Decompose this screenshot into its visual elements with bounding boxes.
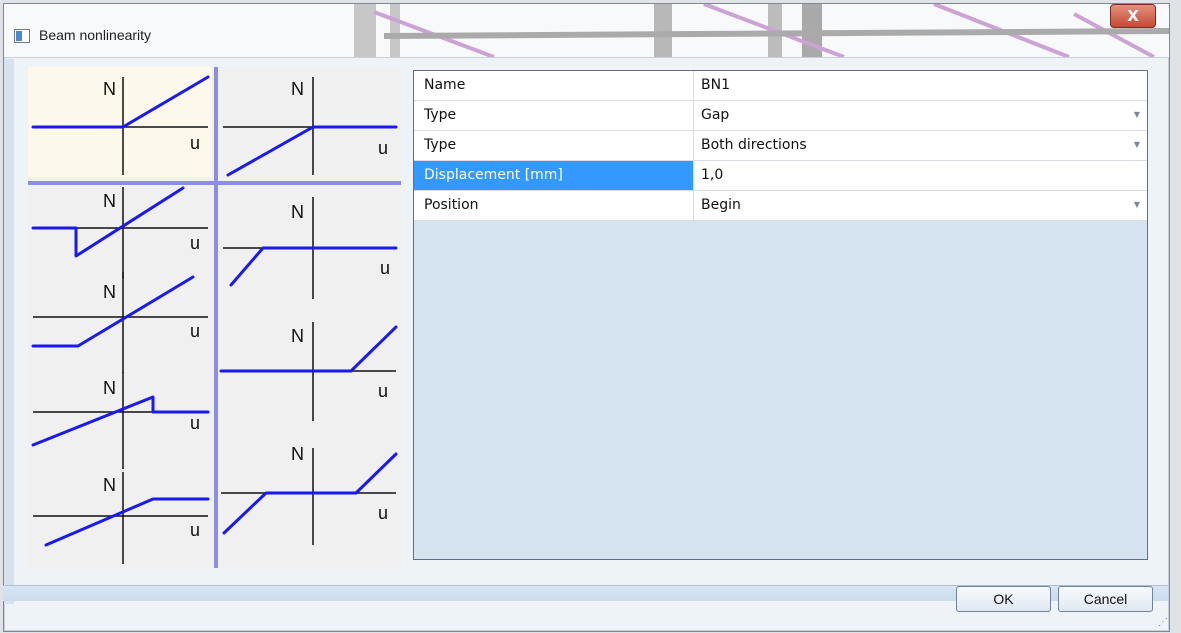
axis-u-label: u xyxy=(378,138,388,158)
diagram-option-6[interactable]: N u xyxy=(219,322,398,421)
diagram-option-5[interactable]: N u xyxy=(31,272,208,373)
chevron-down-icon[interactable]: ▼ xyxy=(1131,137,1143,153)
diagram-option-8[interactable]: N u xyxy=(221,444,398,545)
property-row-type[interactable]: Type Gap ▼ xyxy=(414,101,1147,131)
close-icon: X xyxy=(1127,7,1139,25)
diagram-option-4[interactable]: N u xyxy=(223,197,398,299)
property-row-position[interactable]: Position Begin ▼ xyxy=(414,191,1147,221)
axis-u-label: u xyxy=(190,413,200,433)
property-label: Type xyxy=(414,131,694,160)
axis-u-label: u xyxy=(378,503,388,523)
chevron-down-icon[interactable]: ▼ xyxy=(1131,107,1143,123)
property-label: Name xyxy=(414,71,694,100)
axis-u-label: u xyxy=(190,133,200,153)
axis-n-label: N xyxy=(291,444,304,464)
axis-n-label: N xyxy=(103,475,116,495)
diagram-option-3[interactable]: N u xyxy=(31,186,208,279)
diagram-option-9[interactable]: N u xyxy=(33,472,210,564)
window-icon xyxy=(14,29,30,43)
title-bar-background-drawing xyxy=(4,4,1169,57)
property-row-direction-type[interactable]: Type Both directions ▼ xyxy=(414,131,1147,161)
axis-n-label: N xyxy=(291,326,304,346)
diagram-option-2[interactable]: N u xyxy=(223,77,398,177)
chevron-down-icon[interactable]: ▼ xyxy=(1131,197,1143,213)
axis-n-label: N xyxy=(103,282,116,302)
property-row-name[interactable]: Name BN1 xyxy=(414,71,1147,101)
axis-u-label: u xyxy=(190,321,200,341)
property-value-position[interactable]: Begin xyxy=(694,191,1147,220)
property-value-type[interactable]: Gap xyxy=(694,101,1147,130)
axis-n-label: N xyxy=(103,378,116,398)
axis-u-label: u xyxy=(378,381,388,401)
axis-u-label: u xyxy=(190,233,200,253)
property-label: Type xyxy=(414,101,694,130)
property-grid: Name BN1 Type Gap ▼ Type Both directions… xyxy=(413,70,1148,560)
close-button[interactable]: X xyxy=(1110,4,1156,28)
diagram-column-separator xyxy=(214,67,218,568)
property-label: Displacement [mm] xyxy=(414,161,694,190)
axis-n-label: N xyxy=(291,79,304,99)
title-bar: Beam nonlinearity X xyxy=(4,4,1169,58)
left-frame xyxy=(4,59,14,604)
ok-button[interactable]: OK xyxy=(956,586,1051,612)
property-label: Position xyxy=(414,191,694,220)
diagram-option-7[interactable]: N u xyxy=(31,372,210,469)
cancel-button[interactable]: Cancel xyxy=(1058,586,1153,612)
axis-u-label: u xyxy=(380,258,390,278)
property-row-displacement[interactable]: Displacement [mm] 1,0 xyxy=(414,161,1147,191)
axis-n-label: N xyxy=(291,202,304,222)
axis-n-label: N xyxy=(103,191,116,211)
diagram-option-1[interactable]: N u xyxy=(31,75,210,175)
property-value-displacement[interactable]: 1,0 xyxy=(694,161,1147,190)
axis-u-label: u xyxy=(190,520,200,540)
property-value-direction[interactable]: Both directions xyxy=(694,131,1147,160)
resize-grip-icon[interactable]: ⋰ xyxy=(1158,617,1170,629)
diagram-row-separator xyxy=(28,181,401,185)
property-value-name[interactable]: BN1 xyxy=(694,71,1147,100)
window-title: Beam nonlinearity xyxy=(39,27,152,43)
axis-n-label: N xyxy=(103,79,116,99)
